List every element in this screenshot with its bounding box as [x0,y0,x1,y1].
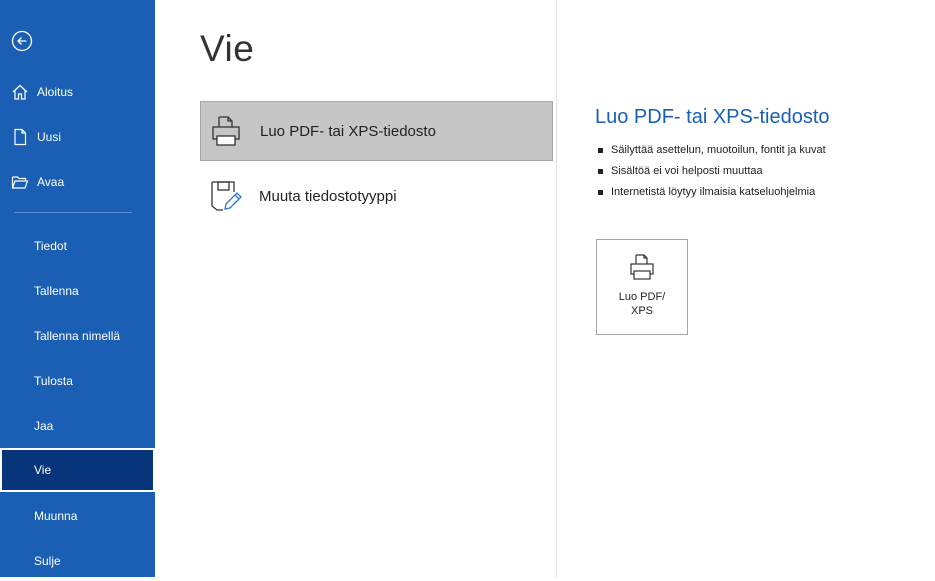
home-icon [12,84,28,100]
sidebar-item-label: Avaa [37,175,65,189]
list-item: Internetistä löytyy ilmaisia katseluohje… [595,183,925,201]
create-pdf-xps-button[interactable]: Luo PDF/ XPS [596,239,688,335]
button-label-line2: XPS [630,305,653,317]
pane-divider [556,0,557,577]
sidebar-item-label: Sulje [34,554,61,568]
sidebar-item-tiedot[interactable]: Tiedot [0,226,155,266]
sidebar-item-label: Tallenna nimellä [34,329,121,343]
sidebar-item-label: Vie [34,463,52,477]
details-title: Luo PDF- tai XPS-tiedosto [595,106,830,128]
sidebar-item-tallenna-nimella[interactable]: Tallenna nimellä [0,316,155,356]
open-folder-icon [11,176,29,189]
list-item: Sisältöä ei voi helposti muuttaa [595,162,925,180]
export-pane: Vie Luo PDF- tai XPS-tiedosto Muuta tied… [155,0,935,577]
sidebar-item-label: Muunna [34,509,78,523]
sidebar-item-sulje[interactable]: Sulje [0,541,155,581]
export-option-label: Muuta tiedostotyyppi [259,187,397,205]
sidebar-item-vie[interactable]: Vie [0,448,155,492]
export-option-label: Luo PDF- tai XPS-tiedosto [260,122,436,140]
create-pdf-xps-button-label: Luo PDF/ XPS [602,290,682,318]
sidebar-item-aloitus[interactable]: Aloitus [0,72,155,112]
export-option-change-file-type[interactable]: Muuta tiedostotyyppi [200,166,553,226]
sidebar-item-label: Tallenna [34,284,79,298]
back-button[interactable] [11,30,33,52]
sidebar-item-tallenna[interactable]: Tallenna [0,271,155,311]
change-file-type-icon [211,181,242,211]
sidebar-item-uusi[interactable]: Uusi [0,117,155,157]
sidebar-item-label: Jaa [34,419,54,433]
back-arrow-icon [11,30,33,52]
printer-document-icon [630,254,654,280]
list-item: Säilyttää asettelun, muotoilun, fontit j… [595,141,925,159]
button-label-line1: Luo PDF/ [618,291,666,303]
sidebar-item-label: Tiedot [34,239,67,253]
sidebar-item-jaa[interactable]: Jaa [0,406,155,446]
details-bullet-list: Säilyttää asettelun, muotoilun, fontit j… [595,141,925,201]
page-title: Vie [200,28,255,69]
sidebar-divider [14,212,132,213]
backstage-sidebar: Aloitus Uusi Avaa Tiedot Tallenna Tallen… [0,0,155,577]
sidebar-item-tulosta[interactable]: Tulosta [0,361,155,401]
sidebar-item-label: Aloitus [37,85,74,99]
sidebar-item-muunna[interactable]: Muunna [0,496,155,536]
sidebar-item-label: Uusi [37,130,62,144]
sidebar-item-label: Tulosta [34,374,73,388]
details-panel: Luo PDF- tai XPS-tiedosto Säilyttää aset… [595,106,925,204]
sidebar-item-avaa[interactable]: Avaa [0,162,155,202]
printer-document-icon [212,116,240,146]
new-document-icon [14,128,27,146]
export-option-create-pdf-xps[interactable]: Luo PDF- tai XPS-tiedosto [200,101,553,161]
